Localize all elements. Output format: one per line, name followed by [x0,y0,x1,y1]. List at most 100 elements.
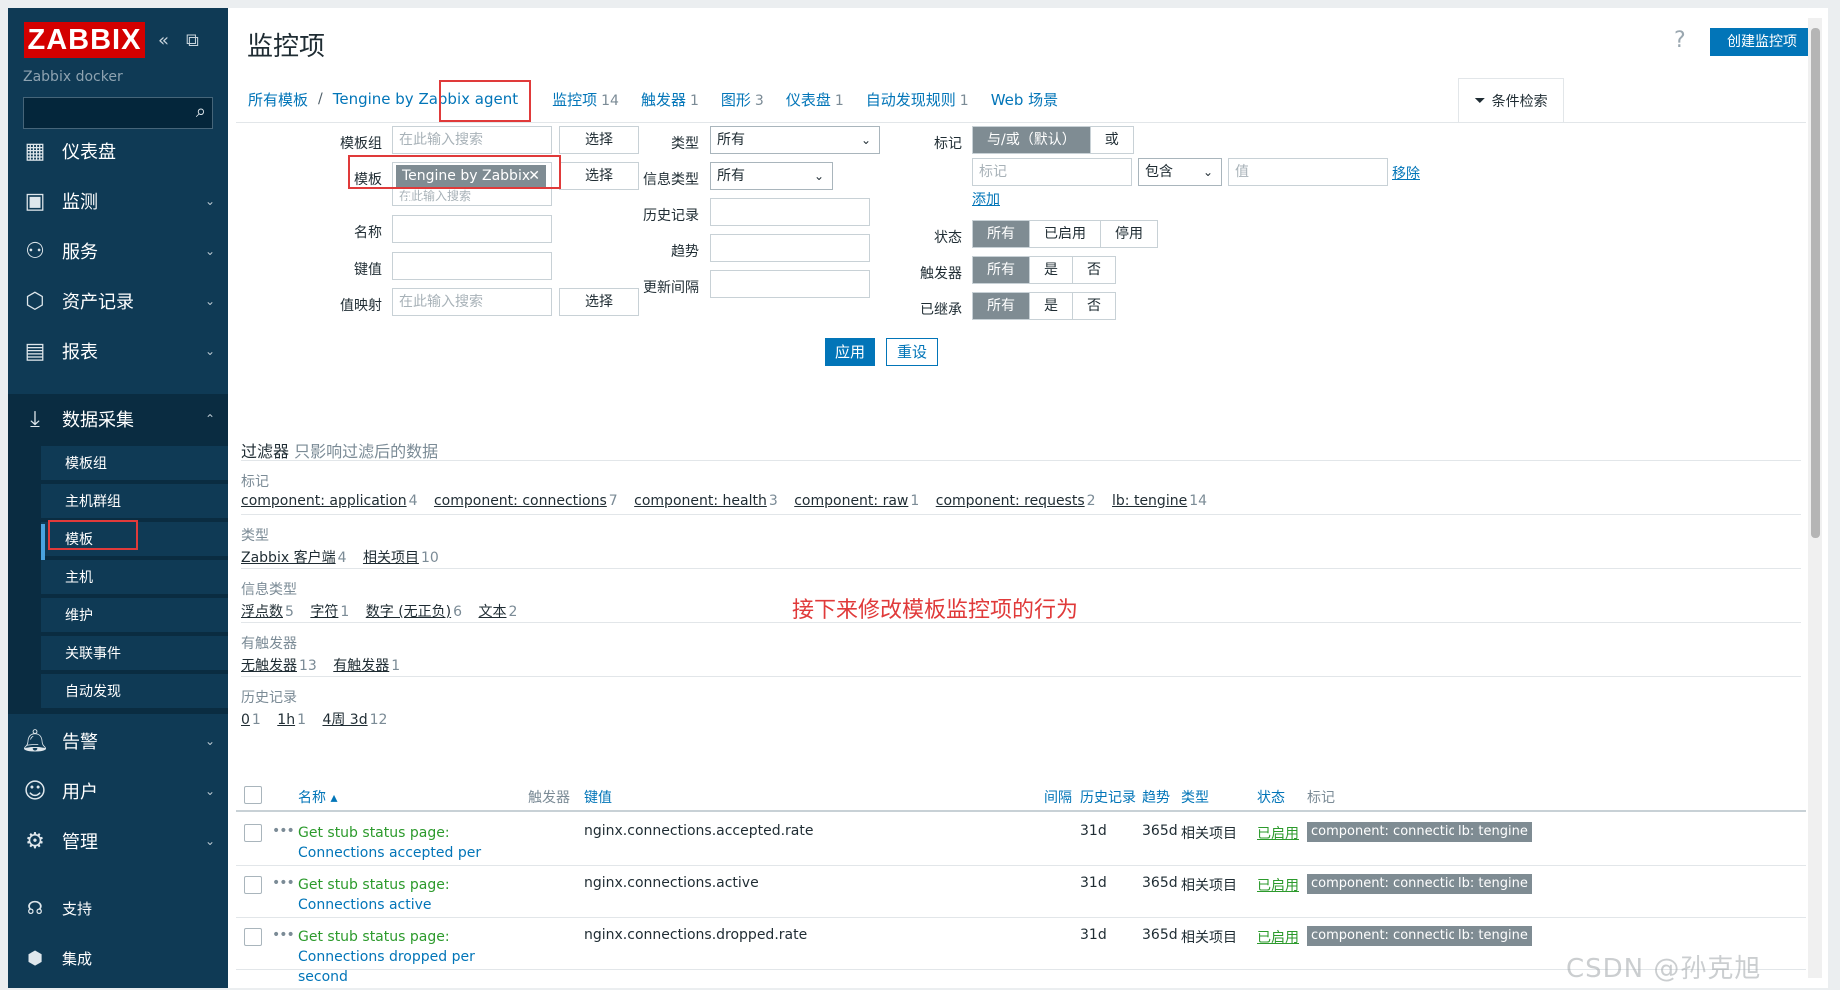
menu-alerts[interactable]: 🔔︎ 告警 ⌄ [8,716,228,766]
update-interval-input[interactable] [710,270,870,298]
menu-administration[interactable]: ⚙ 管理 ⌄ [8,816,228,866]
subfilter-item[interactable]: component: raw [794,493,908,509]
apply-button[interactable]: 应用 [825,338,875,366]
tab-dashboards[interactable]: 仪表盘 1 [786,89,844,110]
triggers-yes-option[interactable]: 是 [1030,257,1073,283]
tab-items[interactable]: 监控项 14 [552,89,619,110]
subfilter-item[interactable]: 文本 [479,604,507,620]
menu-services[interactable]: ⚇ 服务 ⌄ [8,226,228,276]
item-name-link[interactable]: Get stub status page: Connections active [298,875,528,915]
add-tag-link[interactable]: 添加 [972,189,1000,209]
status-disabled-option[interactable]: 停用 [1101,221,1157,247]
tab-discovery-rules[interactable]: 自动发现规则 1 [866,89,969,110]
menu-integrations[interactable]: ⬢ 集成 [8,938,228,978]
triggers-no-option[interactable]: 否 [1073,257,1115,283]
menu-dashboard[interactable]: ▦ 仪表盘 [8,126,228,176]
name-input[interactable] [392,215,552,243]
inherited-no-option[interactable]: 否 [1073,293,1115,319]
history-input[interactable] [710,198,870,226]
triggers-all-option[interactable]: 所有 [973,257,1030,283]
subfilter-item[interactable]: 有触发器 [333,658,389,674]
submenu-maintenance[interactable]: 维护 [41,596,228,632]
tab-graphs[interactable]: 图形 3 [721,89,764,110]
tag-name-input[interactable]: 标记 [972,158,1132,186]
menu-monitoring[interactable]: ▣ 监测 ⌄ [8,176,228,226]
row-checkbox[interactable] [244,928,262,946]
header-interval[interactable]: 间隔 [1044,787,1072,807]
kiosk-mode-icon[interactable]: ⧉ [186,30,199,51]
header-type[interactable]: 类型 [1181,787,1209,807]
sidebar-search-input[interactable]: ⌕ [23,97,213,129]
submenu-hosts[interactable]: 主机 [41,558,228,594]
subfilter-item[interactable]: 浮点数 [241,604,283,620]
filter-toggle-tab[interactable]: ⏷ 条件检索 [1458,78,1564,122]
item-name-link[interactable]: Get stub status page: Connections droppe… [298,927,528,987]
submenu-template-groups[interactable]: 模板组 [41,444,228,480]
row-actions-icon[interactable]: ••• [272,927,295,943]
type-select[interactable]: 所有 ⌄ [710,126,880,154]
info-type-select[interactable]: 所有 ⌄ [710,162,833,190]
menu-reports[interactable]: ▤ 报表 ⌄ [8,326,228,376]
item-name[interactable]: Connections dropped per second [298,949,475,985]
tab-triggers[interactable]: 触发器 1 [641,89,699,110]
subfilter-item[interactable]: lb: tengine [1112,493,1187,509]
inherited-all-option[interactable]: 所有 [973,293,1030,319]
header-name[interactable]: 名称 ▴ [298,787,337,807]
subfilter-item[interactable]: 相关项目 [363,550,419,566]
scrollbar-thumb[interactable] [1811,28,1820,538]
reset-button[interactable]: 重设 [886,338,938,366]
tag-and-or-option[interactable]: 与/或（默认） [973,127,1091,153]
status-enabled-option[interactable]: 已启用 [1030,221,1101,247]
subfilter-item[interactable]: component: requests [936,493,1085,509]
header-trends[interactable]: 趋势 [1142,787,1170,807]
subfilter-item[interactable]: component: connections [434,493,607,509]
collapse-sidebar-icon[interactable]: « [158,30,169,51]
item-name-prefix[interactable]: Get stub status page: [298,877,450,893]
inherited-yes-option[interactable]: 是 [1030,293,1073,319]
key-input[interactable] [392,252,552,280]
submenu-host-groups[interactable]: 主机群组 [41,482,228,518]
header-key[interactable]: 键值 [584,787,612,807]
help-icon[interactable]: ? [1674,28,1686,53]
menu-data-collection[interactable]: ⤓ 数据采集 ⌃ [8,394,228,444]
row-actions-icon[interactable]: ••• [272,875,295,891]
subfilter-item[interactable]: component: health [634,493,767,509]
status-all-option[interactable]: 所有 [973,221,1030,247]
search-icon[interactable]: ⌕ [196,101,206,122]
remove-tag-link[interactable]: 移除 [1392,163,1420,183]
subfilter-item[interactable]: component: application [241,493,407,509]
item-status[interactable]: 已启用 [1257,927,1299,947]
tag-operator-select[interactable]: 包含 ⌄ [1138,158,1222,186]
subfilter-item[interactable]: 数字 (无正负) [366,604,451,620]
subfilter-item[interactable]: 1h [277,712,295,728]
header-history[interactable]: 历史记录 [1080,787,1136,807]
subfilter-item[interactable]: 无触发器 [241,658,297,674]
menu-support[interactable]: ☊ 支持 [8,888,228,928]
tab-web-scenarios[interactable]: Web 场景 [991,89,1058,110]
row-actions-icon[interactable]: ••• [272,823,295,839]
row-checkbox[interactable] [244,824,262,842]
item-status[interactable]: 已启用 [1257,823,1299,843]
item-name-prefix[interactable]: Get stub status page: [298,929,450,945]
item-name[interactable]: Connections active [298,897,432,913]
subfilter-item[interactable]: 4周 3d [322,712,367,728]
breadcrumb-all-templates[interactable]: 所有模板 [248,89,308,110]
menu-users[interactable]: ☺ 用户 ⌄ [8,766,228,816]
menu-inventory[interactable]: ⬡ 资产记录 ⌄ [8,276,228,326]
item-status[interactable]: 已启用 [1257,875,1299,895]
submenu-event-correlation[interactable]: 关联事件 [41,634,228,670]
subfilter-item[interactable]: 字符 [310,604,338,620]
trends-input[interactable] [710,234,870,262]
row-checkbox[interactable] [244,876,262,894]
create-item-button[interactable]: 创建监控项 [1710,28,1814,56]
subfilter-item[interactable]: Zabbix 客户端 [241,550,336,566]
submenu-discovery[interactable]: 自动发现 [41,672,228,708]
subfilter-item[interactable]: 0 [241,712,250,728]
template-group-input[interactable]: 在此输入搜索 [392,126,552,154]
item-name-prefix[interactable]: Get stub status page: [298,825,450,841]
header-status[interactable]: 状态 [1257,787,1285,807]
valuemap-input[interactable]: 在此输入搜索 [392,288,552,316]
tag-or-option[interactable]: 或 [1090,127,1133,153]
zabbix-logo[interactable]: ZABBIX [24,22,145,58]
tag-value-input[interactable]: 值 [1228,158,1388,186]
